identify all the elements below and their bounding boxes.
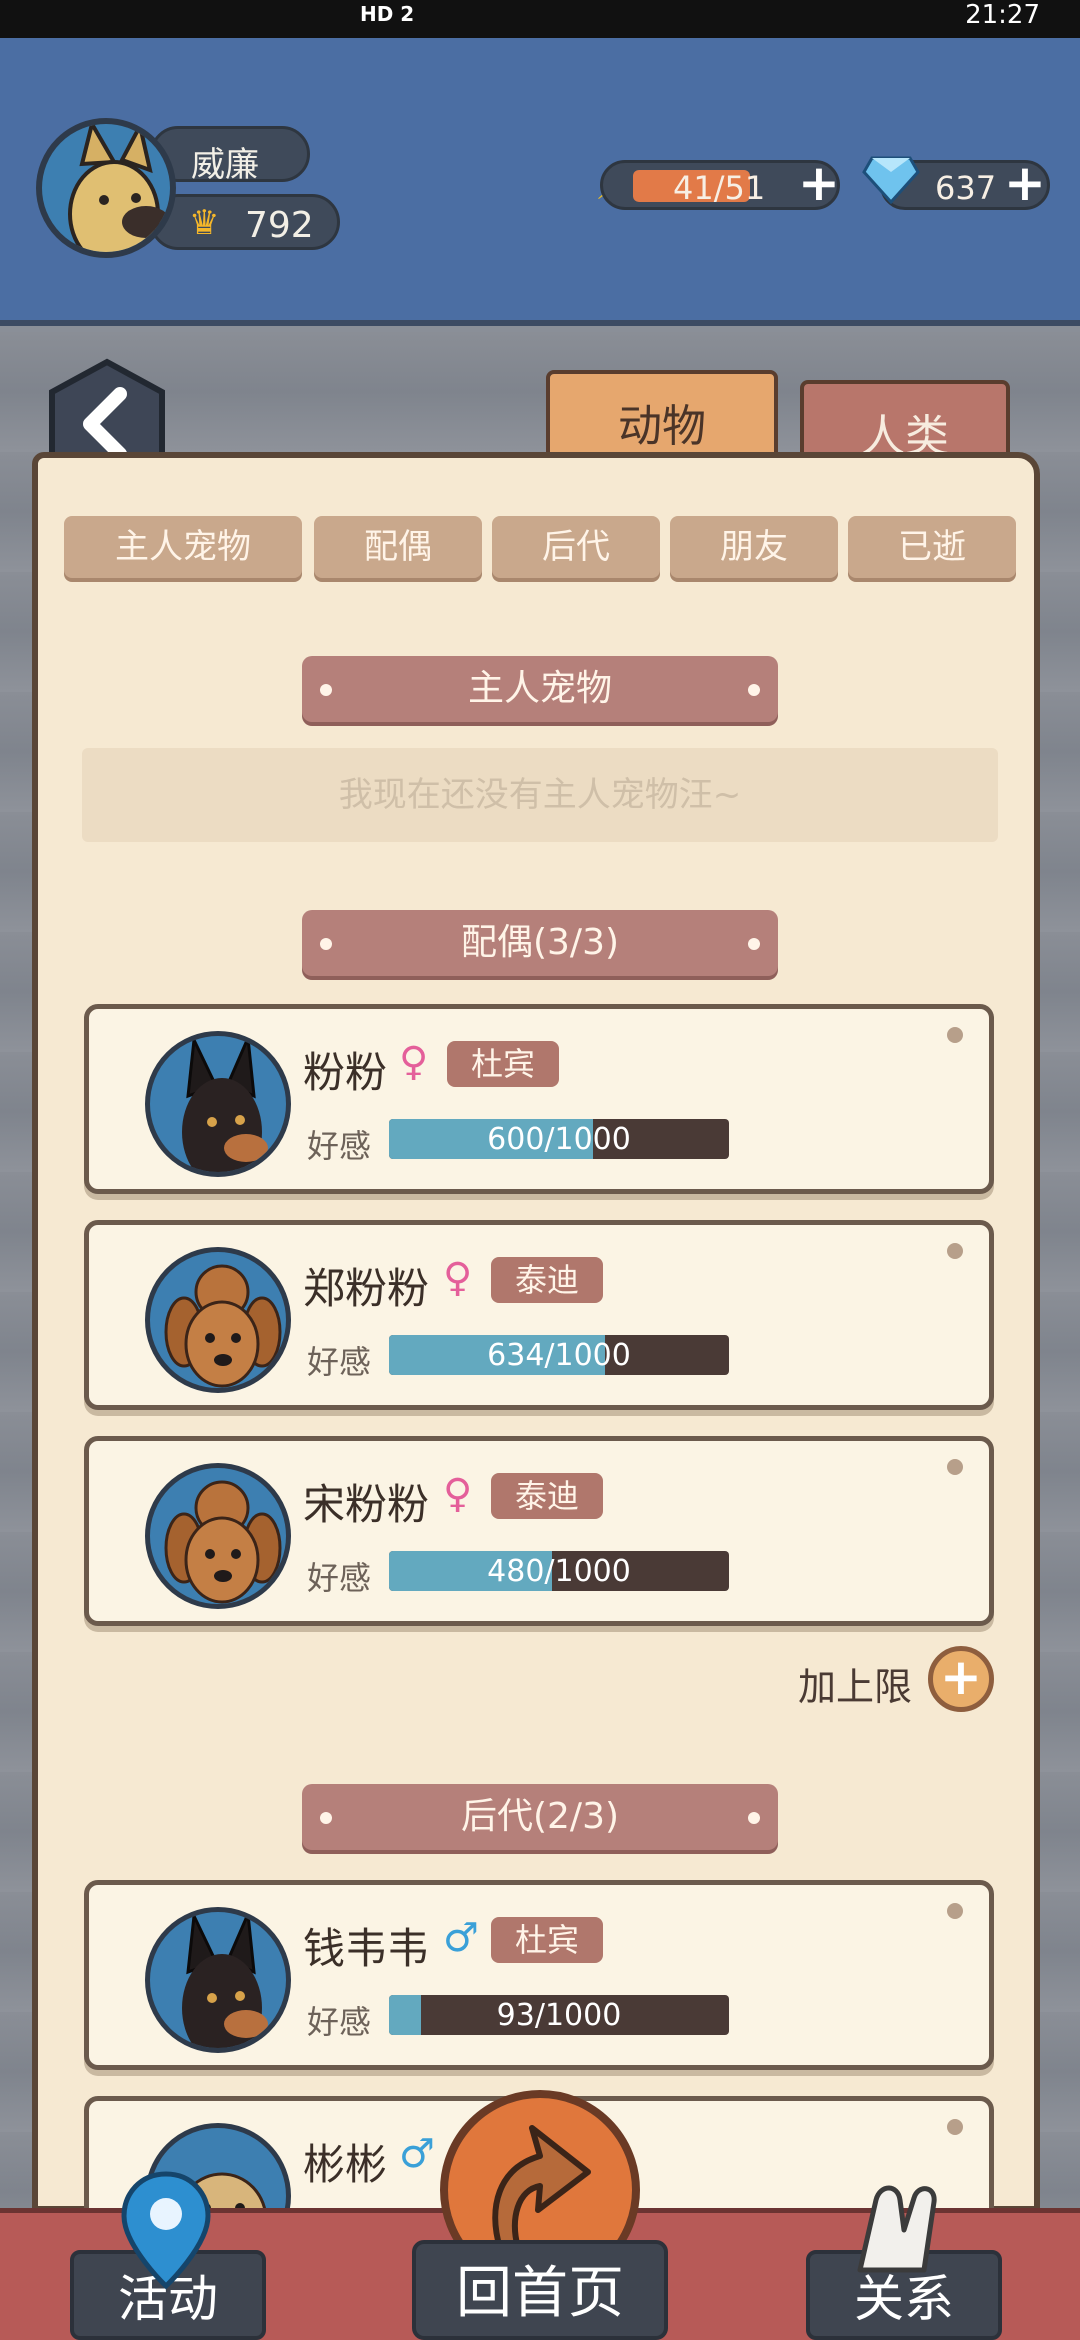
player-name: 威廉	[191, 145, 259, 185]
add-energy-button[interactable]: +	[798, 154, 840, 212]
crown-icon: ♛	[189, 203, 220, 243]
poodle-icon	[164, 1264, 282, 1388]
card-menu-dot[interactable]	[947, 2119, 963, 2135]
affection-value: 600/1000	[487, 1122, 631, 1157]
affection-bar: 634/1000	[389, 1335, 729, 1375]
affection-label: 好感	[307, 1343, 372, 1381]
score-pill: ♛ 792	[150, 194, 340, 250]
empty-owner-pets: 我现在还没有主人宠物汪~	[82, 748, 998, 842]
affection-label: 好感	[307, 1559, 372, 1597]
pet-name: 郑粉粉	[303, 1264, 430, 1313]
breed-badge: 泰迪	[491, 1257, 604, 1303]
gender-icon: ♂	[399, 2131, 435, 2177]
card-menu-dot[interactable]	[947, 1903, 963, 1919]
card-menu-dot[interactable]	[947, 1459, 963, 1475]
add-gems-button[interactable]: +	[1004, 154, 1046, 212]
status-bar: HD 2 21:27	[0, 0, 1080, 38]
pet-name: 彬彬	[303, 2140, 388, 2189]
section-offspring-title: 后代(2/3)	[302, 1784, 778, 1850]
gender-icon: ♂	[443, 1915, 479, 1961]
affection-value: 93/1000	[496, 1998, 622, 2033]
card-menu-dot[interactable]	[947, 1243, 963, 1259]
gender-icon: ♀	[443, 1471, 473, 1517]
subtab-deceased[interactable]: 已逝	[848, 516, 1016, 578]
add-limit-label[interactable]: 加上限	[798, 1656, 912, 1711]
pet-card[interactable]: 钱韦韦 ♂ 杜宾好感 93/1000	[84, 1880, 994, 2070]
breed-badge: 泰迪	[491, 1473, 604, 1519]
section-spouse-title: 配偶(3/3)	[302, 910, 778, 976]
pet-portrait[interactable]	[145, 1907, 291, 2053]
diamond-icon	[862, 156, 920, 204]
score-value: 792	[245, 205, 314, 246]
tab-animal[interactable]: 动物	[546, 370, 778, 456]
card-menu-dot[interactable]	[947, 1027, 963, 1043]
affection-value: 634/1000	[487, 1338, 631, 1373]
gender-icon: ♀	[399, 1039, 429, 1085]
pet-portrait[interactable]	[145, 1031, 291, 1177]
poodle-icon	[164, 1480, 282, 1604]
gender-icon: ♀	[443, 1255, 473, 1301]
pet-card[interactable]: 粉粉 ♀ 杜宾好感 600/1000	[84, 1004, 994, 1194]
section-owner-pets-title: 主人宠物	[302, 656, 778, 722]
pet-name: 宋粉粉	[303, 1480, 430, 1529]
subtab-owner-pets[interactable]: 主人宠物	[64, 516, 302, 578]
home-button[interactable]: 回首页	[412, 2240, 668, 2340]
tab-animal-label: 动物	[618, 401, 706, 452]
gem-value: 637	[935, 169, 997, 207]
affection-label: 好感	[307, 2003, 372, 2041]
player-avatar[interactable]	[36, 118, 176, 258]
subtab-offspring[interactable]: 后代	[492, 516, 660, 578]
subtab-friends[interactable]: 朋友	[670, 516, 838, 578]
breed-badge: 杜宾	[491, 1917, 604, 1963]
doberman-icon	[182, 1912, 268, 2048]
map-pin-icon	[121, 2171, 211, 2290]
affection-label: 好感	[307, 1127, 372, 1165]
pet-card[interactable]: 宋粉粉 ♀ 泰迪好感 480/1000	[84, 1436, 994, 1626]
hd-badge: HD 2	[360, 2, 415, 26]
clock: 21:27	[965, 0, 1040, 30]
pet-name: 钱韦韦	[303, 1924, 430, 1973]
breed-badge: 杜宾	[447, 1041, 560, 1087]
handshake-icon	[857, 2185, 937, 2273]
subtab-spouse[interactable]: 配偶	[314, 516, 482, 578]
pet-name: 粉粉	[303, 1048, 388, 1097]
affection-bar: 480/1000	[389, 1551, 729, 1591]
affection-bar: 93/1000	[389, 1995, 729, 2035]
affection-value: 480/1000	[487, 1554, 631, 1589]
energy-value: 41/51	[673, 169, 766, 207]
affection-bar: 600/1000	[389, 1119, 729, 1159]
doberman-icon	[182, 1036, 268, 1172]
pet-portrait[interactable]	[145, 1463, 291, 1609]
pet-portrait[interactable]	[145, 1247, 291, 1393]
add-limit-button[interactable]: +	[928, 1646, 994, 1712]
pet-card[interactable]: 郑粉粉 ♀ 泰迪好感 634/1000	[84, 1220, 994, 1410]
